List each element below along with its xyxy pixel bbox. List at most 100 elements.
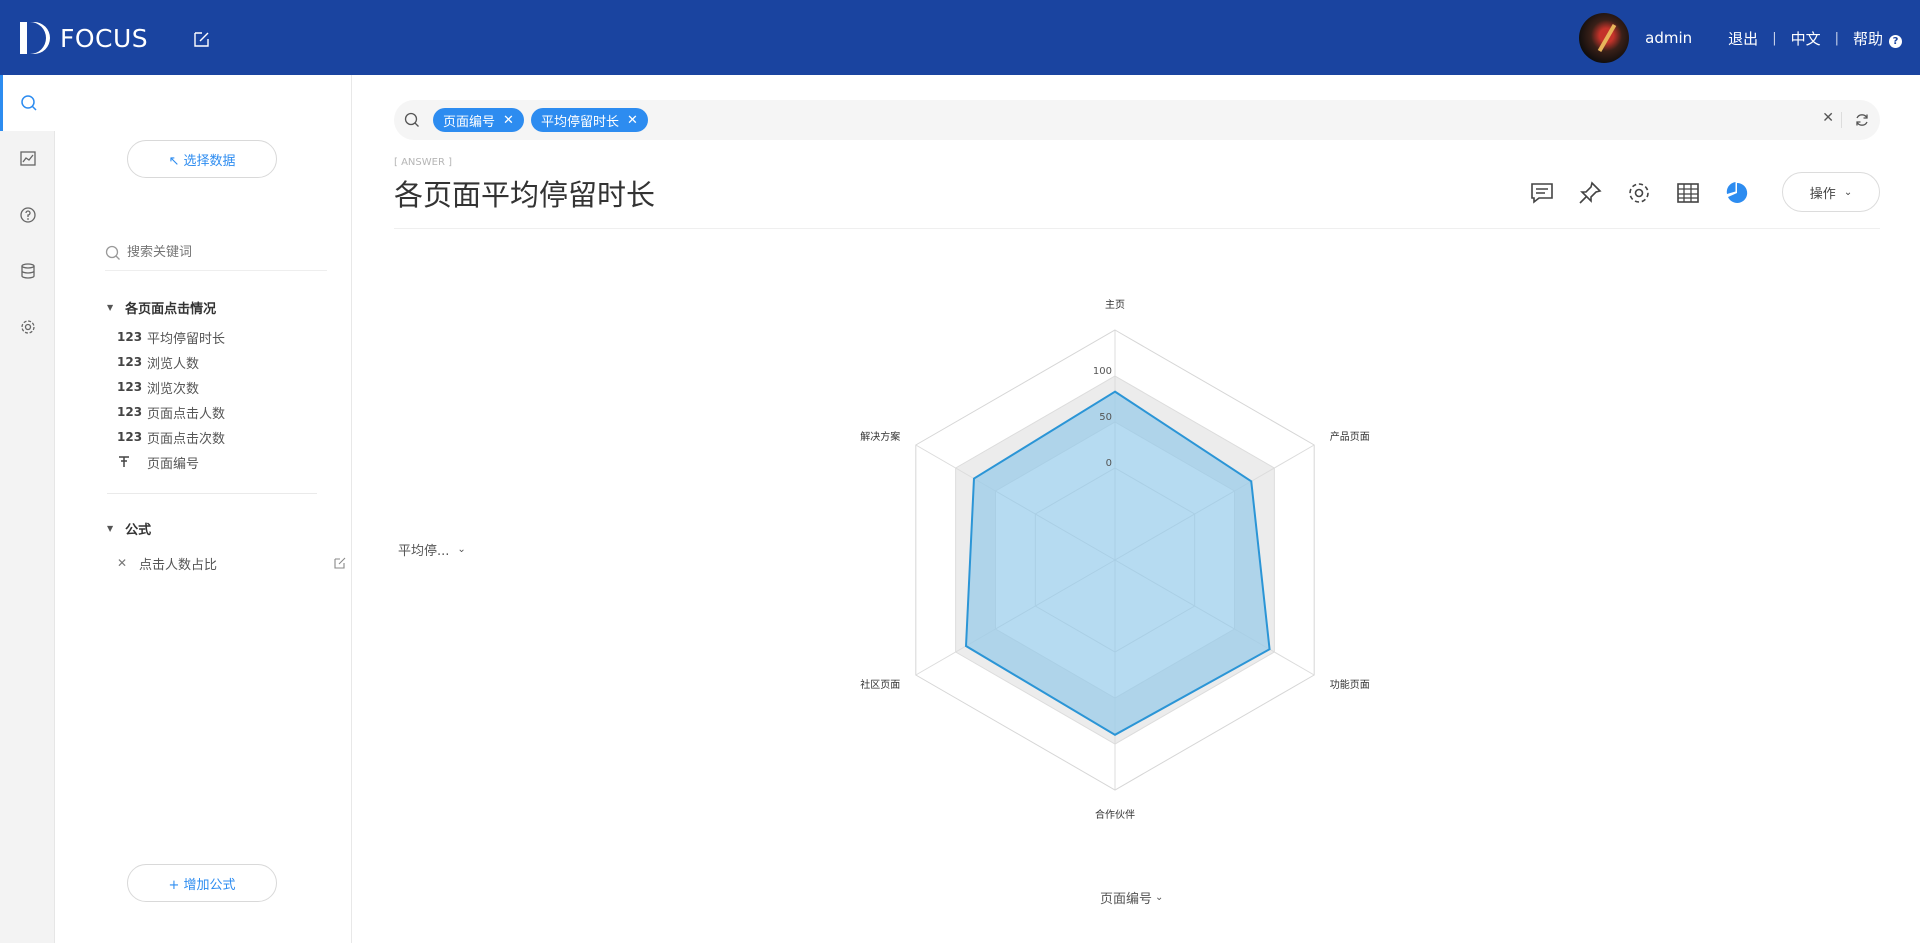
field-item[interactable]: 123 页面点击次数 [117,427,225,447]
category-label: 社区页面 [860,678,900,691]
radar-spoke [1114,559,1315,676]
comment-button[interactable] [1527,178,1557,208]
category-label: 合作伙伴 [1095,808,1135,821]
dimension-label: 页面编号 [1100,892,1153,907]
radial-tick-label: 50 [1099,412,1112,423]
title-divider [394,228,1880,229]
radar-spoke [1114,444,1315,561]
search-tag[interactable]: 平均停留时长 ✕ [531,108,648,132]
help-link[interactable]: 帮助? [1853,28,1902,49]
divider [1841,112,1842,128]
field-label: 浏览人数 [147,356,200,372]
chart-view-button[interactable] [1722,178,1752,208]
avatar[interactable] [1579,13,1630,63]
search-icon [21,95,37,111]
chevron-down-icon: ⌄ [1155,892,1164,903]
pin-button[interactable] [1575,178,1605,208]
logo-mark-icon [18,20,50,56]
field-item[interactable]: 123 页面点击人数 [117,402,225,422]
category-label: 产品页面 [1330,430,1370,443]
refresh-icon[interactable] [1854,112,1870,128]
rail-item-help[interactable] [0,187,55,243]
field-item[interactable]: 123 浏览人数 [117,352,199,372]
panel-divider [107,493,317,494]
focus-logo[interactable]: FOCUS [18,19,148,57]
radar-ring [994,421,1236,699]
logout-link[interactable]: 退出 [1728,28,1758,49]
table-view-button[interactable] [1673,178,1703,208]
chart-icon [19,151,36,166]
rail-item-settings[interactable] [0,299,55,355]
number-type-icon: 123 [117,355,143,369]
keyword-search [105,235,327,271]
number-type-icon: 123 [117,380,143,394]
tag-label: 平均停留时长 [541,114,620,130]
radar-spoke [915,559,1116,676]
operations-dropdown[interactable]: 操作 ⌄ [1782,172,1880,212]
rail-item-data[interactable] [0,243,55,299]
settings-icon [20,320,35,334]
help-icon [19,207,36,223]
field-item[interactable]: 页面编号 [117,452,199,472]
radar-series-area [964,390,1271,736]
chevron-down-icon: ⌄ [457,544,466,555]
tag-label: 页面编号 [443,114,496,130]
field-label: 平均停留时长 [147,331,226,347]
user-name[interactable]: admin [1645,29,1692,47]
caret-down-icon: ▼ [107,524,114,533]
search-tag[interactable]: 页面编号 ✕ [433,108,524,132]
field-label: 页面点击次数 [147,431,226,447]
clear-search-icon[interactable]: ✕ [1822,110,1834,126]
dimension-selector[interactable]: 页面编号 ⌄ [1100,888,1163,907]
answer-label: [ ANSWER ] [394,157,452,168]
measure-selector[interactable]: 平均停... ⌄ [398,540,466,559]
gear-icon [1629,183,1649,203]
category-label: 解决方案 [860,430,900,443]
formula-item[interactable]: ✕ 点击人数占比 [117,553,347,573]
radial-tick-label: 100 [1093,366,1112,377]
radar-band [955,375,1275,745]
language-link[interactable]: 中文 [1791,28,1821,49]
text-type-icon [117,454,147,471]
edit-icon[interactable] [333,556,347,570]
search-icon [404,112,419,127]
separator: | [1834,30,1839,46]
select-data-button[interactable]: ↖ 选择数据 [127,140,277,178]
top-header: FOCUS admin 退出 | 中文 | 帮助? [0,0,1920,75]
query-search-bar[interactable]: 页面编号 ✕ 平均停留时长 ✕ ✕ [394,100,1880,140]
field-label: 浏览次数 [147,381,200,397]
group-header[interactable]: ▼ 各页面点击情况 [107,298,216,317]
field-label: 页面点击人数 [147,406,226,422]
pin-icon [1579,181,1602,204]
number-type-icon: 123 [117,405,143,419]
add-formula-button[interactable]: + 增加公式 [127,864,277,902]
answer-title[interactable]: 各页面平均停留时长 [394,172,655,214]
radar-spoke [915,444,1116,561]
table-icon [1677,183,1699,203]
field-item[interactable]: 123 平均停留时长 [117,327,225,347]
category-label: 主页 [1105,299,1125,311]
field-label: 页面编号 [147,456,200,472]
keyword-search-input[interactable] [127,245,297,260]
chevron-down-icon: ⌄ [1843,186,1853,198]
formula-x-icon: ✕ [117,556,128,570]
caret-down-icon: ▼ [107,303,114,312]
field-item[interactable]: 123 浏览次数 [117,377,199,397]
formula-title: 公式 [125,523,152,538]
tag-close-icon[interactable]: ✕ [627,113,638,128]
pie-chart-icon [1726,182,1748,203]
rail-item-dashboard[interactable] [0,131,55,187]
rail-item-search[interactable] [0,75,55,131]
tag-close-icon[interactable]: ✕ [503,113,514,128]
measure-label: 平均停... [398,544,450,559]
edit-icon[interactable] [192,29,212,49]
formula-label: 点击人数占比 [139,557,218,573]
formula-header[interactable]: ▼ 公式 [107,519,151,538]
brand-name: FOCUS [60,23,149,53]
settings-button[interactable] [1624,178,1654,208]
question-circle-icon: ? [1889,34,1902,48]
number-type-icon: 123 [117,330,143,344]
separator: | [1772,30,1777,46]
help-label: 帮助 [1852,29,1883,48]
database-icon [20,263,35,279]
